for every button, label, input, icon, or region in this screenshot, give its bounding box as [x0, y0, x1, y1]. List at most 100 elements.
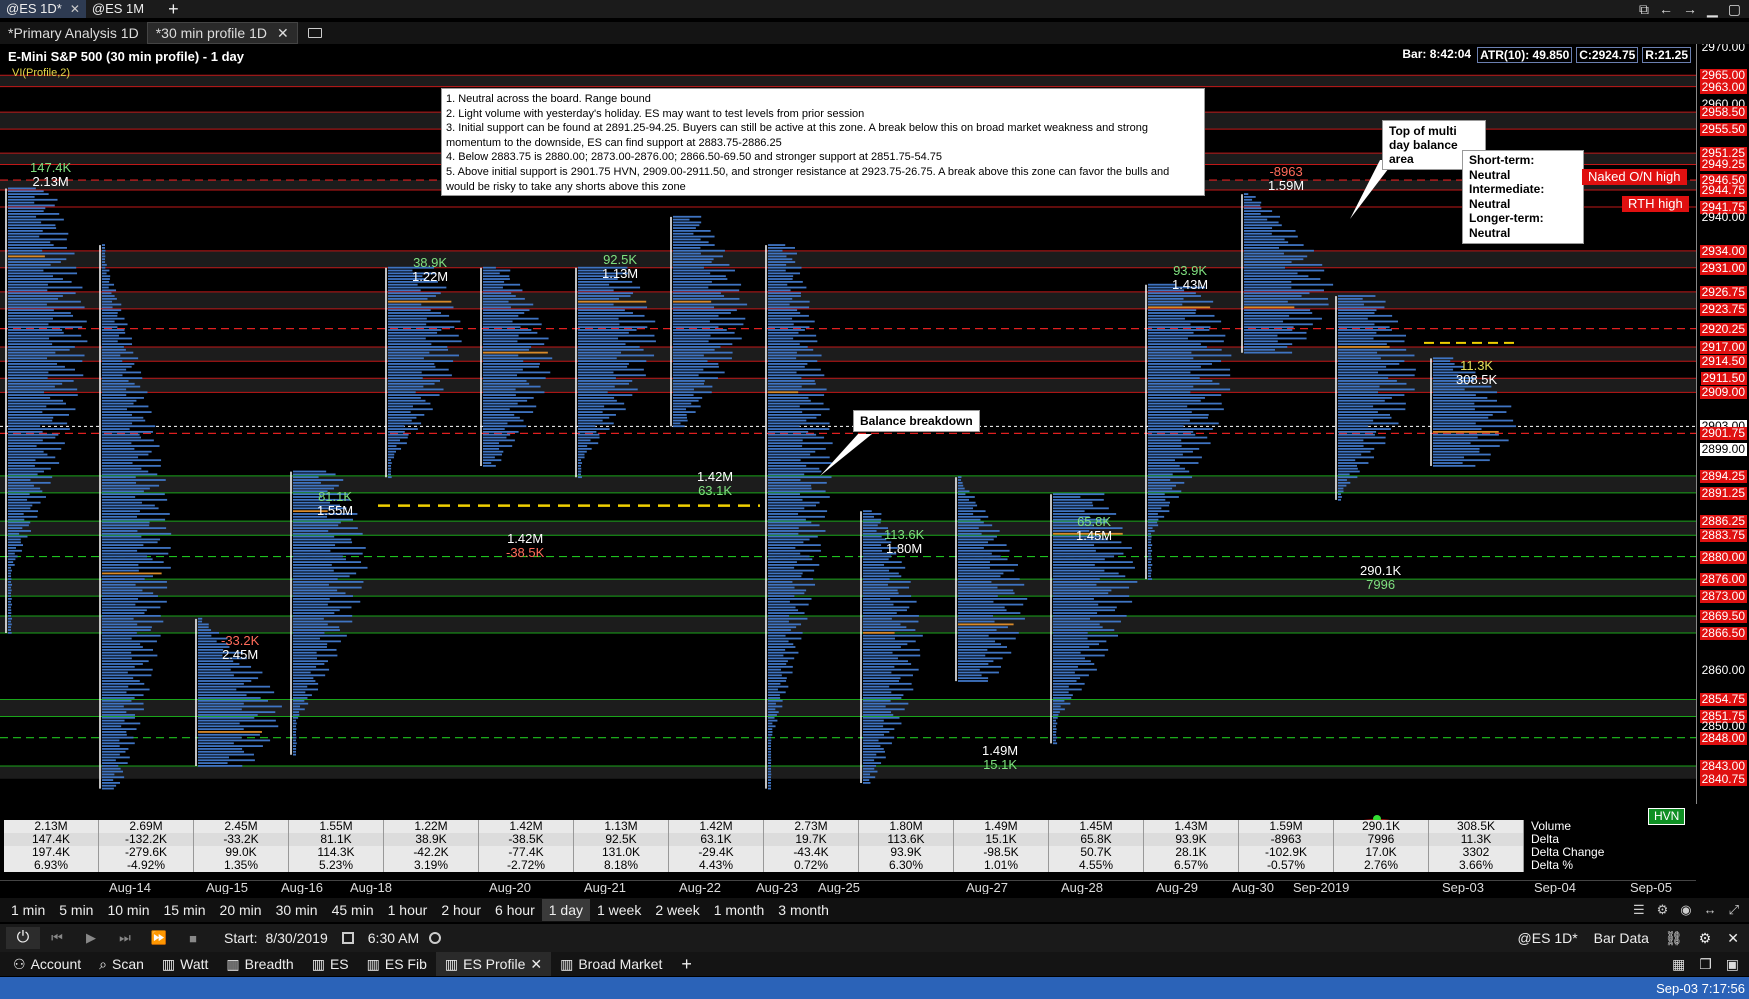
volume-bar: [768, 530, 826, 532]
callout-balance-breakdown[interactable]: Balance breakdown: [853, 410, 980, 432]
pan-icon[interactable]: ↔: [1704, 902, 1717, 918]
volume-bar: [102, 354, 121, 357]
layout-tab-primary-analysis[interactable]: *Primary Analysis 1D: [0, 22, 147, 44]
close-icon[interactable]: ✕: [277, 22, 289, 44]
workspace-tab-broad-market[interactable]: ▥ Broad Market: [551, 952, 671, 976]
volume-bar: [1433, 428, 1482, 430]
timeframe-1-hour[interactable]: 1 hour: [381, 899, 435, 921]
volume-bar: [1433, 433, 1499, 436]
analysis-notes[interactable]: 1. Neutral across the board. Range bound…: [441, 88, 1205, 207]
fast-forward-icon[interactable]: ⏩: [142, 927, 176, 949]
layout-icon[interactable]: ▦: [1672, 956, 1685, 973]
timeframe-30-min[interactable]: 30 min: [269, 899, 325, 921]
volume-bar: [1338, 447, 1375, 450]
volume-bar: [8, 368, 76, 371]
volume-bar: [102, 498, 168, 501]
list-icon[interactable]: ☰: [1633, 902, 1645, 918]
timeframe-1-day[interactable]: 1 day: [541, 899, 590, 921]
timeframe-2-hour[interactable]: 2 hour: [434, 899, 488, 921]
add-tab-button[interactable]: +: [168, 0, 179, 20]
add-workspace-button[interactable]: +: [681, 954, 692, 975]
timeframe-1-month[interactable]: 1 month: [707, 899, 772, 921]
volume-bar: [578, 428, 610, 430]
volume-bar: [768, 433, 817, 436]
poc-bar: [578, 300, 647, 303]
chart-area[interactable]: E-Mini S&P 500 (30 min profile) - 1 day …: [0, 44, 1749, 894]
volume-bar: [1053, 598, 1094, 600]
volume-bar: [768, 733, 773, 736]
maximize-icon[interactable]: ▢: [1728, 1, 1741, 18]
forward-arrow-icon[interactable]: →: [1683, 1, 1697, 18]
clock-icon[interactable]: [429, 932, 442, 944]
timeframe-6-hour[interactable]: 6 hour: [488, 899, 542, 921]
timeframe-20-min[interactable]: 20 min: [213, 899, 269, 921]
gear-icon[interactable]: ⚙: [1699, 930, 1712, 947]
timeframe-5-min[interactable]: 5 min: [52, 899, 100, 921]
volume-bar: [958, 530, 1000, 532]
volume-bar: [863, 714, 894, 716]
timeframe-3-month[interactable]: 3 month: [771, 899, 836, 921]
window-tab-es-1m[interactable]: @ES 1M: [86, 0, 150, 18]
step-forward-icon[interactable]: ⏭: [108, 927, 142, 949]
workspace-tab-es[interactable]: ▥ ES: [303, 952, 358, 976]
window-tab-es-1d[interactable]: @ES 1D* ✕: [0, 0, 86, 18]
skip-start-icon[interactable]: ⏮: [40, 927, 74, 949]
link-icon[interactable]: ⛓: [1665, 930, 1683, 947]
close-icon[interactable]: ✕: [1727, 930, 1739, 947]
close-icon[interactable]: ✕: [530, 952, 542, 976]
volume-bar: [578, 470, 582, 473]
volume-bar: [388, 309, 431, 312]
play-icon[interactable]: ▶: [74, 927, 108, 949]
volume-bar: [102, 725, 122, 728]
power-icon[interactable]: ⏻: [6, 927, 40, 949]
volume-bar: [958, 663, 989, 665]
minimize-icon[interactable]: ▁: [1707, 1, 1718, 18]
start-date-input[interactable]: 8/30/2019: [265, 930, 327, 946]
workspace-tab-breadth[interactable]: ▥ Breadth: [217, 952, 302, 976]
volume-bar: [768, 244, 786, 246]
note-line: 3. Initial support can be found at 2891.…: [446, 122, 1148, 149]
price-axis[interactable]: 2970.00 2965.00 2963.00 2960.00 2958.50 2955.…: [1696, 44, 1749, 804]
calendar-icon[interactable]: [341, 932, 354, 944]
workspace-tab-account[interactable]: ⚇ Account: [4, 952, 90, 976]
symbol-label[interactable]: @ES 1D*: [1518, 930, 1578, 946]
volume-bar: [8, 442, 65, 445]
stop-icon[interactable]: ■: [176, 927, 210, 949]
volume-bar: [102, 564, 139, 566]
window-icon[interactable]: ▣: [1726, 956, 1739, 973]
timeframe-45-min[interactable]: 45 min: [325, 899, 381, 921]
timeframe-10-min[interactable]: 10 min: [100, 899, 156, 921]
back-arrow-icon[interactable]: ←: [1659, 1, 1673, 18]
date-axis[interactable]: Aug-14 Aug-15 Aug-16 Aug-18 Aug-20 Aug-21 Aug-…: [0, 880, 1696, 894]
volume-bar: [673, 312, 731, 314]
volume-bar: [578, 320, 656, 323]
eye-icon[interactable]: ◉: [1680, 902, 1691, 918]
volume-bar: [1053, 544, 1095, 547]
workspace-tab-scan[interactable]: ⌕ Scan: [90, 952, 153, 976]
profile-volume: 1.42M: [507, 531, 544, 546]
folder-icon[interactable]: [307, 28, 322, 38]
volume-bar: [1244, 221, 1279, 224]
timeframe-1-min[interactable]: 1 min: [4, 899, 52, 921]
workspace-tab-es-profile[interactable]: ▥ ES Profile ✕: [435, 952, 552, 976]
workspace-tab-watt[interactable]: ▥ Watt: [153, 952, 218, 976]
volume-bar: [102, 595, 158, 597]
volume-bar: [768, 467, 820, 470]
volume-bar: [8, 388, 78, 391]
timeframe-15-min[interactable]: 15 min: [157, 899, 213, 921]
workspace-tab-es-fib[interactable]: ▥ ES Fib: [358, 952, 436, 976]
volume-bar: [388, 419, 412, 422]
start-time-input[interactable]: 6:30 AM: [368, 930, 419, 946]
settings-icon[interactable]: ⚙: [1657, 902, 1669, 918]
zoom-icon[interactable]: ⤢: [1729, 902, 1739, 918]
bar-data-link[interactable]: Bar Data: [1594, 930, 1649, 946]
sentiment-box[interactable]: Short-term: Neutral Intermediate: Neutra…: [1462, 150, 1584, 244]
copy-icon[interactable]: ❐: [1699, 956, 1712, 973]
volume-bar: [102, 527, 167, 530]
close-icon[interactable]: ✕: [70, 0, 80, 18]
volume-bar: [102, 552, 169, 555]
popout-icon[interactable]: ⧉: [1639, 1, 1649, 18]
timeframe-2-week[interactable]: 2 week: [648, 899, 706, 921]
timeframe-1-week[interactable]: 1 week: [590, 899, 648, 921]
layout-tab-30min-profile[interactable]: *30 min profile 1D ✕: [146, 22, 298, 44]
